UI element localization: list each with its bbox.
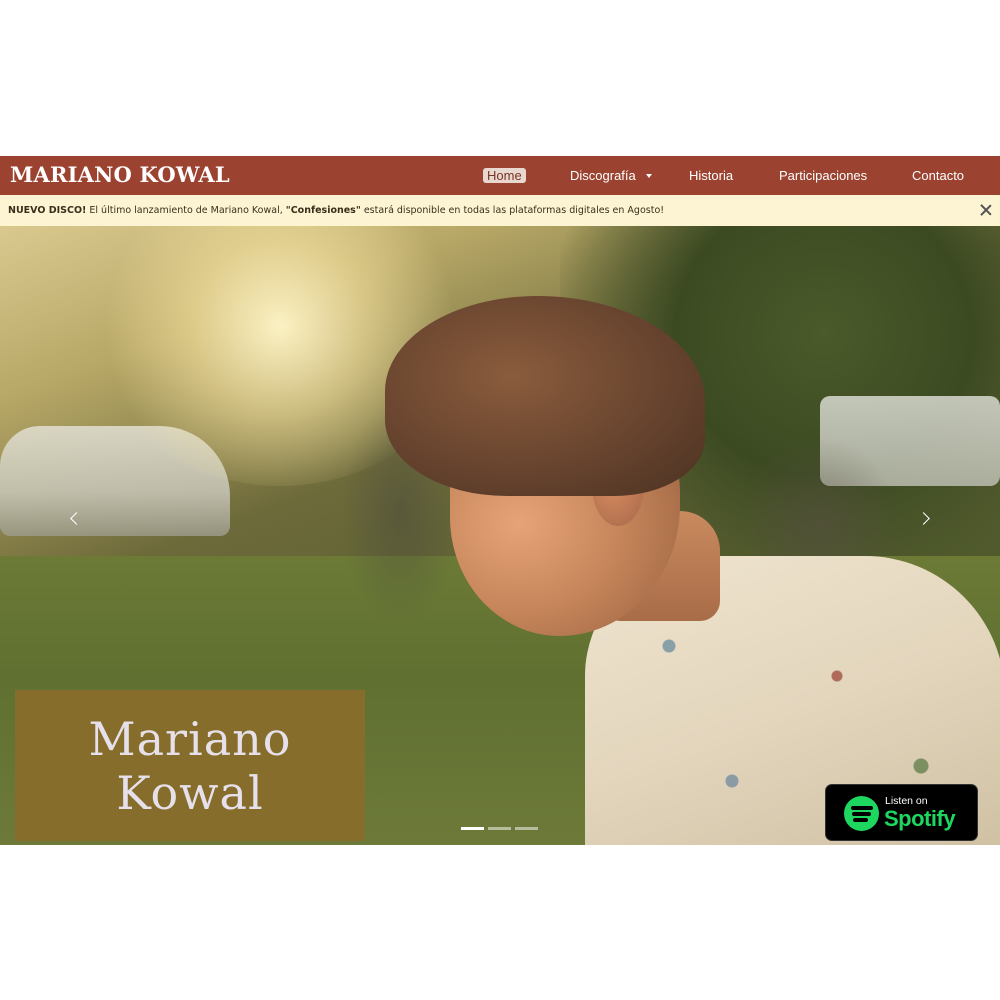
nav-item-contacto[interactable]: Contacto bbox=[908, 163, 968, 189]
hero-carousel: Mariano Kowal Listen on Spotify bbox=[0, 226, 1000, 845]
alert-text-after: estará disponible en todas las plataform… bbox=[360, 205, 665, 216]
nav-item-home[interactable]: Home bbox=[483, 163, 526, 189]
nav-participaciones-label[interactable]: Participaciones bbox=[775, 168, 871, 183]
spotify-badge[interactable]: Listen on Spotify bbox=[825, 784, 978, 841]
page-frame: MARIANO KOWAL Home Discografía Historia … bbox=[0, 156, 1000, 845]
carousel-indicators bbox=[461, 827, 538, 830]
nav-historia-label[interactable]: Historia bbox=[685, 168, 737, 183]
navbar: MARIANO KOWAL Home Discografía Historia … bbox=[0, 156, 1000, 195]
nav-home-label[interactable]: Home bbox=[483, 168, 526, 183]
nav-contacto-label[interactable]: Contacto bbox=[908, 168, 968, 183]
hero-title-line2: Kowal bbox=[116, 765, 264, 820]
spotify-brand-label: Spotify bbox=[884, 806, 956, 831]
nav-discografia-label[interactable]: Discografía bbox=[566, 168, 640, 183]
alert-text-before: El último lanzamiento de Mariano Kowal, bbox=[86, 205, 286, 216]
carousel-prev-icon[interactable] bbox=[66, 509, 86, 529]
alert-album: "Confesiones" bbox=[285, 205, 361, 216]
hero-title-line1: Mariano bbox=[88, 711, 292, 766]
carousel-indicator-3[interactable] bbox=[515, 827, 538, 830]
nav-item-participaciones[interactable]: Participaciones bbox=[775, 163, 875, 189]
close-icon[interactable] bbox=[978, 202, 994, 218]
brand-logo[interactable]: MARIANO KOWAL bbox=[10, 162, 230, 188]
hero-title-box: Mariano Kowal bbox=[15, 690, 365, 841]
carousel-indicator-1[interactable] bbox=[461, 827, 484, 830]
nav-item-historia[interactable]: Historia bbox=[685, 163, 737, 189]
alert-prefix: NUEVO DISCO! bbox=[8, 205, 87, 216]
announcement-alert: NUEVO DISCO! El último lanzamiento de Ma… bbox=[0, 195, 1000, 226]
spotify-icon bbox=[844, 796, 879, 831]
carousel-indicator-2[interactable] bbox=[488, 827, 511, 830]
chevron-down-icon bbox=[645, 173, 652, 178]
nav-item-discografia[interactable]: Discografía bbox=[566, 163, 656, 189]
carousel-next-icon[interactable] bbox=[916, 509, 936, 529]
